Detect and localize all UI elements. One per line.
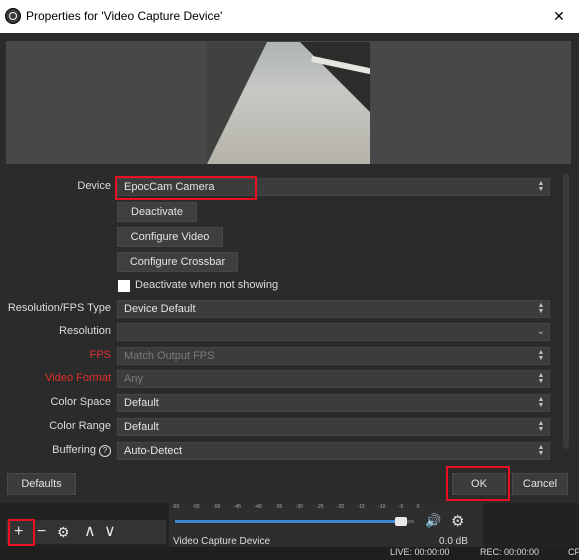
meter-ticks: -60 -55 -50 -45 -40 -35 -30 -25 -20 -15 … [172, 504, 420, 510]
video-format-row: Video Format Any ▲ ▼ [0, 369, 579, 389]
gear-icon[interactable]: ⚙ [57, 523, 70, 541]
device-label: Device [77, 180, 111, 192]
buffering-value: Auto-Detect [124, 445, 183, 457]
fps-value: Match Output FPS [124, 350, 215, 362]
spin-arrows-icon: ▲ ▼ [537, 302, 545, 315]
buffering-select[interactable]: Auto-Detect ▲ ▼ [117, 442, 550, 460]
resolution-fps-type-row: Resolution/FPS Type Device Default ▲ ▼ [0, 299, 579, 319]
title-bar: Properties for 'Video Capture Device' ✕ [0, 0, 579, 33]
remove-source-icon[interactable]: − [37, 523, 46, 541]
volume-slider[interactable] [175, 517, 414, 526]
color-range-select[interactable]: Default ▲ ▼ [117, 418, 550, 436]
video-format-label: Video Format [45, 372, 111, 384]
color-space-row: Color Space Default ▲ ▼ [0, 393, 579, 413]
device-highlight [115, 176, 257, 200]
speaker-icon[interactable]: 🔊 [425, 513, 441, 529]
spin-arrows-icon: ▲ ▼ [537, 180, 545, 193]
add-source-highlight [8, 519, 35, 546]
rec-status: REC: 00:00:00 [480, 547, 540, 557]
deactivate-when-not-showing-label: Deactivate when not showing [135, 279, 279, 291]
cpu-status: CP [568, 547, 579, 557]
spin-arrows-icon: ▲ ▼ [537, 372, 545, 385]
resolution-label: Resolution [59, 325, 111, 337]
properties-scrollbar[interactable] [561, 173, 571, 458]
deactivate-button[interactable]: Deactivate [117, 202, 197, 222]
color-range-value: Default [124, 421, 159, 433]
resolution-fps-type-select[interactable]: Device Default ▲ ▼ [117, 300, 550, 318]
video-format-select[interactable]: Any ▲ ▼ [117, 370, 550, 388]
volume-fill [175, 520, 407, 523]
live-status: LIVE: 00:00:00 [390, 547, 450, 557]
camera-preview-image [207, 42, 370, 164]
resolution-combobox[interactable]: ⌄ [117, 323, 550, 341]
fps-select[interactable]: Match Output FPS ▲ ▼ [117, 347, 550, 365]
deactivate-when-not-showing-row: Deactivate when not showing [0, 276, 579, 296]
obs-icon [5, 8, 21, 24]
resolution-row: Resolution ⌄ [0, 322, 579, 342]
deactivate-when-not-showing-checkbox[interactable] [118, 280, 130, 292]
color-space-label: Color Space [50, 396, 111, 408]
color-range-label: Color Range [49, 420, 111, 432]
audio-mixer: -60 -55 -50 -45 -40 -35 -30 -25 -20 -15 … [169, 503, 483, 547]
fps-label: FPS [89, 349, 111, 361]
preview-area [6, 41, 571, 164]
gear-icon[interactable]: ⚙ [451, 512, 464, 530]
move-up-icon[interactable]: ∧ [84, 523, 96, 541]
properties-dialog: Device EpocCam Camera ▲ ▼ Deactivate Conf… [0, 33, 579, 503]
color-space-select[interactable]: Default ▲ ▼ [117, 394, 550, 412]
resolution-fps-type-label: Resolution/FPS Type [7, 302, 111, 314]
spin-arrows-icon: ▲ ▼ [537, 420, 545, 433]
move-down-icon[interactable]: ∨ [104, 523, 116, 541]
configure-video-button[interactable]: Configure Video [117, 227, 223, 247]
help-icon[interactable]: ? [99, 445, 111, 457]
mixer-source-name: Video Capture Device [173, 536, 271, 547]
fps-row: FPS Match Output FPS ▲ ▼ [0, 346, 579, 366]
window-title: Properties for 'Video Capture Device' [26, 9, 223, 23]
video-format-value: Any [124, 373, 143, 385]
configure-crossbar-button[interactable]: Configure Crossbar [117, 252, 238, 272]
obs-main-window: + − ⚙ ∧ ∨ -60 -55 -50 -45 -40 -35 -30 -2… [0, 503, 579, 560]
scrollbar-thumb[interactable] [563, 173, 569, 449]
properties-list: Device EpocCam Camera ▲ ▼ Deactivate Conf… [0, 173, 579, 463]
color-range-row: Color Range Default ▲ ▼ [0, 417, 579, 437]
resolution-fps-type-value: Device Default [124, 303, 196, 315]
spin-arrows-icon: ▲ ▼ [537, 444, 545, 457]
color-space-value: Default [124, 397, 159, 409]
buffering-label-text: Buffering [52, 444, 96, 456]
ok-highlight [446, 466, 510, 501]
chevron-down-icon[interactable]: ⌄ [537, 324, 545, 340]
defaults-button[interactable]: Defaults [7, 473, 76, 495]
close-button[interactable]: ✕ [547, 4, 571, 28]
volume-knob[interactable] [394, 517, 407, 526]
device-row: Device EpocCam Camera ▲ ▼ [0, 176, 579, 200]
spin-arrows-icon: ▲ ▼ [537, 396, 545, 409]
cancel-button[interactable]: Cancel [512, 473, 568, 495]
mixer-db: 0.0 dB [439, 536, 468, 547]
buffering-label: Buffering? [52, 444, 111, 457]
spin-arrows-icon: ▲ ▼ [537, 349, 545, 362]
status-bar: LIVE: 00:00:00 REC: 00:00:00 CP [0, 547, 579, 560]
buffering-row: Buffering? Auto-Detect ▲ ▼ [0, 441, 579, 461]
